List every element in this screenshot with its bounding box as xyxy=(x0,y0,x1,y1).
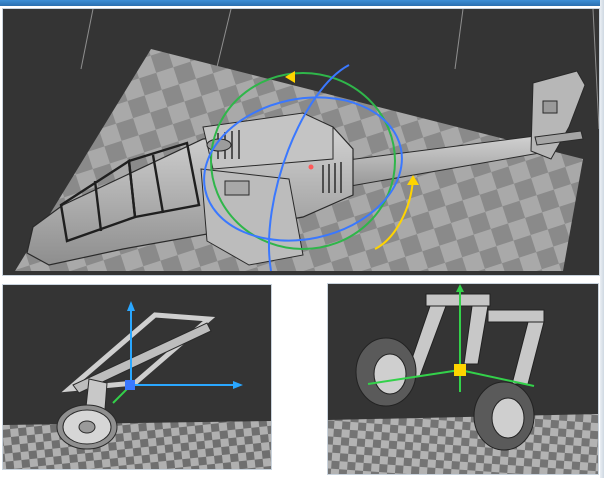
viewport-bottom-right-canvas xyxy=(328,284,598,474)
viewport-bottom-left-canvas xyxy=(3,301,271,469)
window-top-bar xyxy=(0,0,604,6)
build-plate xyxy=(328,414,598,474)
build-plate xyxy=(3,421,271,469)
viewport-main-canvas xyxy=(15,9,599,272)
viewport-bottom-left[interactable] xyxy=(2,284,272,470)
window-right-edge xyxy=(600,0,604,478)
viewport-main[interactable] xyxy=(2,8,600,276)
viewport-bottom-right[interactable] xyxy=(327,283,599,475)
